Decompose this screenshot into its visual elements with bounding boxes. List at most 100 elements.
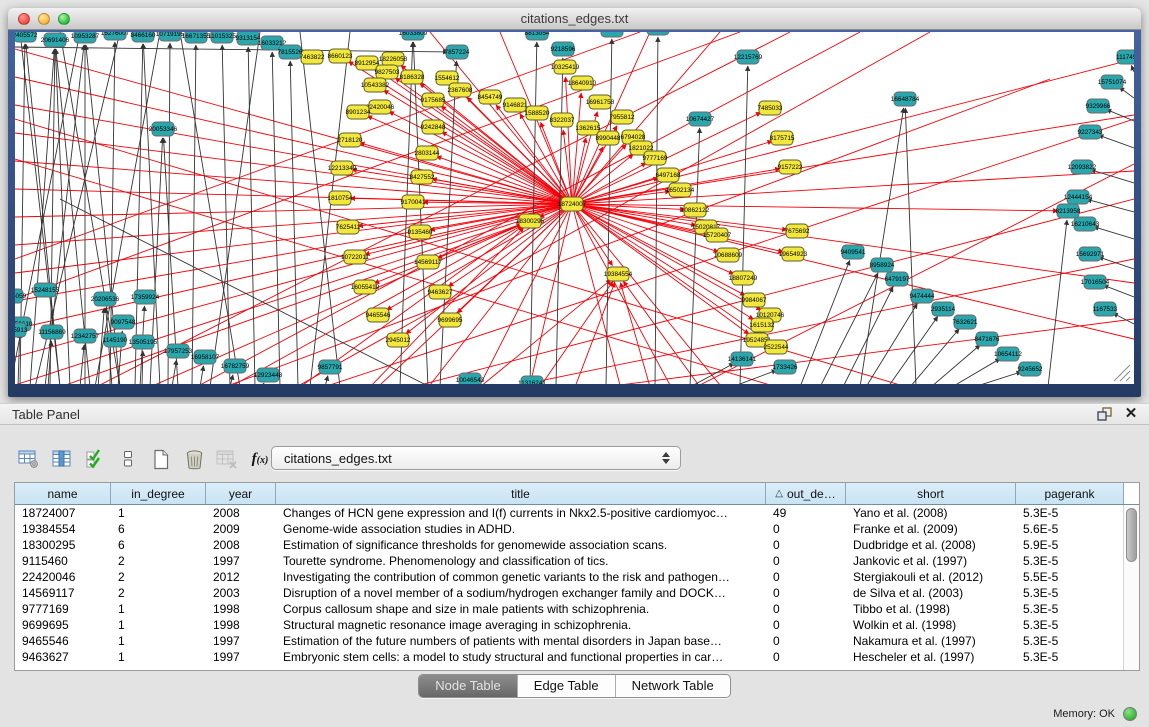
graph-node[interactable]: 9227343 — [1078, 125, 1103, 139]
graph-node[interactable]: 12444154 — [1064, 190, 1093, 204]
graph-node[interactable]: 9474444 — [910, 289, 935, 303]
graph-node[interactable]: 2945012 — [386, 333, 411, 347]
graph-node[interactable]: 10046543 — [456, 373, 485, 384]
graph-node[interactable]: 13505195 — [129, 335, 158, 349]
graph-node[interactable]: 20053346 — [149, 122, 178, 136]
table-row[interactable]: 1938455462009Genome-wide association stu… — [15, 521, 1139, 537]
graph-node[interactable]: 9329966 — [1086, 99, 1111, 113]
graph-node[interactable]: 15276007 — [101, 32, 130, 40]
graph-node[interactable]: 10862122 — [681, 203, 710, 217]
graph-node[interactable]: 16782759 — [221, 359, 250, 373]
column-header-year[interactable]: year — [206, 483, 276, 504]
graph-node[interactable]: 2405572 — [15, 32, 38, 42]
graph-node[interactable]: 9465546 — [366, 308, 391, 322]
table-row[interactable]: 946362711997Embryonic stem cells: a mode… — [15, 649, 1139, 665]
column-header-name[interactable]: name — [15, 483, 111, 504]
graph-node[interactable]: 7485033 — [758, 101, 783, 115]
graph-node[interactable]: 2718120 — [338, 133, 363, 147]
graph-node[interactable]: 8175715 — [770, 131, 795, 145]
graph-node[interactable]: 8660123 — [328, 49, 353, 63]
graph-node[interactable]: 12342757 — [71, 329, 100, 343]
graph-node[interactable]: 9157222 — [778, 160, 803, 174]
graph-node[interactable]: 18226058 — [379, 52, 408, 66]
delete-entries-button[interactable] — [179, 446, 209, 472]
column-header-out_de[interactable]: △out_de… — [766, 483, 846, 504]
graph-node[interactable]: 11316241 — [518, 376, 546, 384]
graph-node[interactable]: 3915913 — [15, 323, 28, 337]
graph-node[interactable]: 9984067 — [742, 293, 767, 307]
graph-node[interactable]: 1588520 — [525, 106, 550, 120]
graph-node[interactable]: 8466160 — [131, 32, 156, 42]
graph-node[interactable]: 12923448 — [254, 368, 283, 382]
graph-node[interactable]: 19654923 — [779, 247, 808, 261]
table-row[interactable]: 1830029562008Estimation of significance … — [15, 537, 1139, 553]
network-canvas[interactable]: 1872400786601238912954182260589827503818… — [15, 32, 1134, 384]
graph-node[interactable]: 15751074 — [1098, 75, 1127, 89]
column-header-short[interactable]: short — [846, 483, 1016, 504]
table-row[interactable]: 2242004622012Investigating the contribut… — [15, 569, 1139, 585]
graph-node[interactable]: 11015325 — [208, 32, 236, 43]
graph-node[interactable]: 1810754 — [328, 191, 353, 205]
graph-node[interactable]: 7463822 — [300, 50, 325, 64]
graph-node[interactable]: 9699695 — [438, 313, 463, 327]
graph-node[interactable]: 9245652 — [1018, 362, 1043, 376]
graph-node[interactable]: 7815526 — [278, 45, 303, 59]
graph-node[interactable]: 10688609 — [714, 248, 743, 262]
graph-node[interactable]: 2803144 — [415, 146, 440, 160]
table-row[interactable]: 911546021997Tourette syndrome. Phenomeno… — [15, 553, 1139, 569]
graph-node[interactable]: 12215769 — [734, 50, 763, 64]
graph-node[interactable]: 17359924 — [131, 290, 160, 304]
graph-node[interactable]: 18300295 — [516, 214, 545, 228]
graph-node[interactable]: 16961758 — [586, 95, 615, 109]
graph-node[interactable]: 8213958 — [1056, 204, 1081, 218]
graph-node[interactable]: 1117453 — [1116, 50, 1134, 64]
graph-node[interactable]: 9777169 — [643, 151, 668, 165]
graph-node[interactable]: 9857791 — [318, 360, 343, 374]
toggle-rows-button[interactable] — [113, 446, 143, 472]
graph-node[interactable]: 16671355 — [182, 32, 211, 43]
graph-node[interactable]: 12093822 — [1068, 160, 1097, 174]
graph-node[interactable]: 9170041 — [401, 195, 426, 209]
graph-node[interactable]: 9827503 — [375, 65, 400, 79]
graph-node[interactable]: 10674427 — [686, 112, 715, 126]
table-settings-button[interactable] — [14, 446, 44, 472]
scrollbar-thumb[interactable] — [1126, 508, 1137, 562]
graph-node[interactable]: 7955812 — [610, 110, 635, 124]
graph-node[interactable]: 9242848 — [421, 120, 446, 134]
resize-grip[interactable] — [1114, 365, 1130, 381]
tab-network-table[interactable]: Network Table — [615, 675, 730, 697]
graph-node[interactable]: 20691406 — [41, 33, 70, 47]
graph-node[interactable]: 9175685 — [421, 93, 446, 107]
graph-node[interactable]: 6497168 — [656, 168, 681, 182]
graph-node[interactable]: 16055419 — [351, 280, 380, 294]
graph-node[interactable]: 7632621 — [953, 315, 978, 329]
graph-node[interactable]: 15248155 — [31, 283, 60, 297]
graph-node[interactable]: 20206536 — [91, 292, 120, 306]
graph-node[interactable]: 11154408 — [644, 32, 672, 35]
select-columns-button[interactable] — [47, 446, 77, 472]
graph-node[interactable]: 8901234 — [346, 105, 371, 119]
graph-node[interactable]: 7857224 — [445, 45, 470, 59]
graph-node[interactable]: 10543382 — [361, 78, 390, 92]
column-header-title[interactable]: title — [276, 483, 766, 504]
graph-node[interactable]: 16502134 — [666, 183, 695, 197]
graph-node[interactable]: 1615132 — [750, 318, 775, 332]
table-row[interactable]: 946554611997Estimation of the future num… — [15, 633, 1139, 649]
graph-node[interactable]: 10325419 — [551, 60, 580, 74]
graph-node[interactable]: 1733426 — [773, 360, 798, 374]
delete-table-button[interactable] — [212, 446, 242, 472]
graph-node[interactable]: 16210643 — [1071, 217, 1100, 231]
graph-node[interactable]: 17016504 — [1081, 275, 1110, 289]
graph-node[interactable]: 18807249 — [729, 271, 758, 285]
graph-node[interactable]: 15692971 — [1076, 247, 1105, 261]
table-row[interactable]: 1456911722003Disruption of a novel membe… — [15, 585, 1139, 601]
graph-node[interactable]: 7625411 — [336, 220, 361, 234]
graph-node[interactable]: 18640910 — [568, 76, 597, 90]
graph-node[interactable]: 7675692 — [785, 224, 810, 238]
graph-node[interactable]: 8471676 — [975, 332, 1000, 346]
graph-node[interactable]: 2935114 — [931, 302, 956, 316]
graph-node[interactable]: 19384554 — [604, 267, 633, 281]
graph-node[interactable]: 8958924 — [870, 258, 895, 272]
table-row[interactable]: 969969511998Structural magnetic resonanc… — [15, 617, 1139, 633]
graph-node[interactable]: 12213349 — [328, 161, 357, 175]
